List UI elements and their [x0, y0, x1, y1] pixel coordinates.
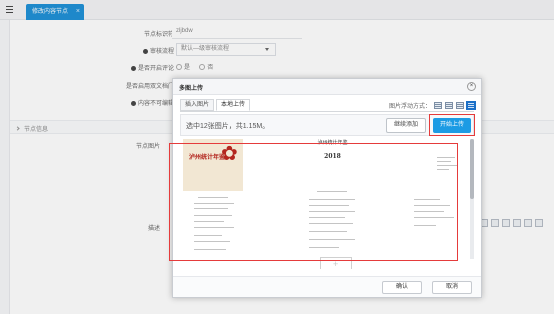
tab-insert-image[interactable]: 插入图片: [180, 99, 215, 111]
float-center-icon[interactable]: [466, 101, 476, 110]
float-left-icon[interactable]: [445, 102, 453, 109]
float-mode-label: 图片浮动方式：: [388, 104, 431, 110]
dialog-header: 多图上传 ×: [173, 79, 481, 95]
cancel-button[interactable]: 取消: [432, 281, 472, 294]
continue-add-button[interactable]: 继续添加: [386, 118, 426, 133]
float-right-icon[interactable]: [456, 102, 464, 109]
dialog-title: 多图上传: [179, 86, 204, 92]
tab-divider: [180, 111, 474, 112]
dialog-footer: 确认 取消: [173, 276, 481, 297]
ok-button[interactable]: 确认: [382, 281, 422, 294]
upload-summary: 选中12张图片，共1.15M。: [186, 123, 270, 130]
start-upload-highlight: [429, 114, 475, 136]
scroll-thumb[interactable]: [470, 139, 474, 199]
close-icon[interactable]: ×: [467, 82, 476, 91]
thumbnails-highlight: [169, 143, 458, 261]
float-none-icon[interactable]: [434, 102, 442, 109]
image-float-mode: 图片浮动方式：: [388, 101, 476, 110]
tab-local-upload[interactable]: 本地上传: [216, 99, 251, 111]
upload-status-bar: 选中12张图片，共1.15M。 继续添加 开始上传: [180, 114, 475, 136]
thumbnail-scrollbar[interactable]: [470, 139, 474, 259]
